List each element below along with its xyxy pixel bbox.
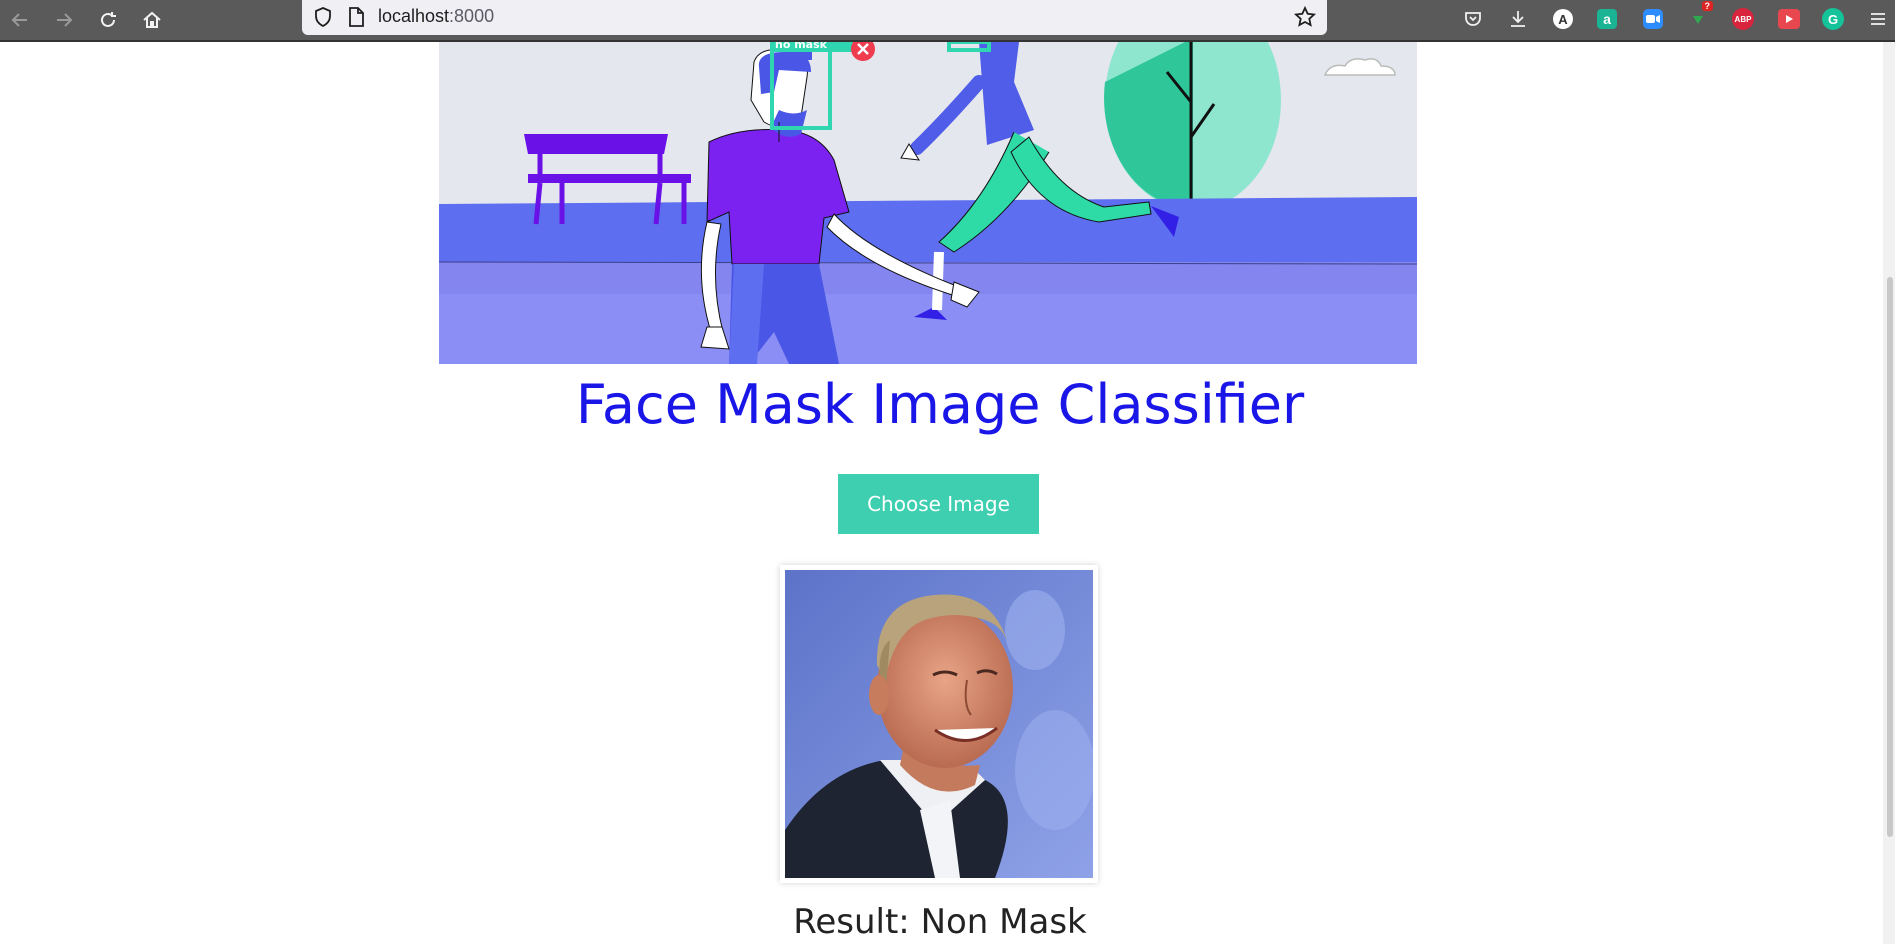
url-port: :8000 bbox=[449, 6, 495, 26]
grammarly-icon[interactable]: G bbox=[1820, 6, 1846, 32]
download-helper-icon[interactable]: ? bbox=[1685, 1, 1713, 32]
download-icon[interactable] bbox=[1505, 6, 1531, 32]
choose-image-button[interactable]: Choose Image bbox=[838, 474, 1039, 534]
adblock-label: ABP bbox=[1732, 8, 1754, 30]
pocket-icon[interactable] bbox=[1460, 6, 1486, 32]
video-icon[interactable] bbox=[1776, 6, 1802, 32]
detection-label: no mask bbox=[775, 42, 828, 51]
bookmark-star-icon[interactable] bbox=[1293, 5, 1317, 29]
uploaded-image bbox=[785, 570, 1093, 878]
reload-icon[interactable] bbox=[94, 6, 122, 34]
amazon-label: a bbox=[1597, 9, 1617, 29]
uploaded-image-frame bbox=[780, 565, 1098, 883]
url-bar[interactable]: localhost:8000 bbox=[302, 0, 1327, 35]
a-extension-label: A bbox=[1553, 9, 1573, 29]
menu-icon[interactable] bbox=[1865, 6, 1891, 32]
tracking-shield-icon[interactable] bbox=[312, 6, 334, 28]
download-helper-badge: ? bbox=[1701, 1, 1713, 11]
back-icon[interactable] bbox=[6, 6, 34, 34]
scrollbar-thumb[interactable] bbox=[1887, 277, 1893, 837]
amazon-icon[interactable]: a bbox=[1594, 6, 1620, 32]
home-icon[interactable] bbox=[138, 6, 166, 34]
url-host: localhost bbox=[378, 6, 450, 26]
a-extension-icon[interactable]: A bbox=[1550, 6, 1576, 32]
url-text[interactable]: localhost:8000 bbox=[378, 6, 494, 27]
hero-illustration: no mask bbox=[439, 42, 1417, 364]
page-title: Face Mask Image Classifier bbox=[575, 373, 1305, 436]
hero-ground bbox=[439, 197, 1417, 264]
page-scrollbar[interactable] bbox=[1883, 42, 1895, 944]
page-info-icon[interactable] bbox=[346, 6, 366, 28]
browser-toolbar: localhost:8000 A a ? ABP G bbox=[0, 0, 1895, 42]
result-text: Result: Non Mask bbox=[793, 902, 1087, 942]
adblock-icon[interactable]: ABP bbox=[1730, 6, 1756, 32]
grammarly-label: G bbox=[1822, 8, 1844, 30]
forward-icon[interactable] bbox=[50, 6, 78, 34]
zoom-icon[interactable] bbox=[1640, 6, 1666, 32]
bench-seat bbox=[528, 174, 691, 183]
hero-svg: no mask bbox=[439, 42, 1417, 364]
bench-back bbox=[524, 134, 668, 154]
